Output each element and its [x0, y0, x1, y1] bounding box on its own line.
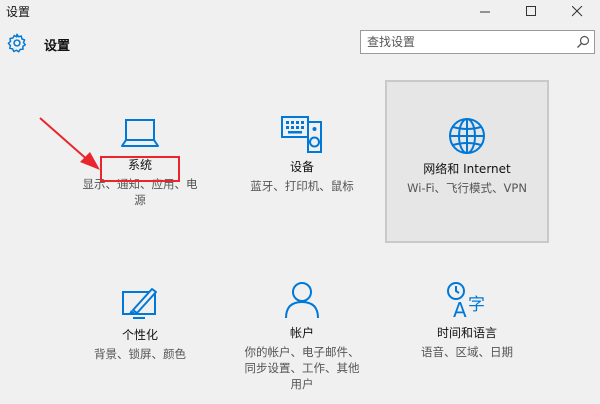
close-button[interactable] [554, 0, 600, 22]
tile-network[interactable]: 网络和 Internet Wi-Fi、飞行模式、VPN [385, 80, 549, 243]
tile-devices-desc-line: 蓝牙、打印机、鼠标 [250, 179, 354, 193]
tile-personalization-title: 个性化 [121, 328, 158, 342]
maximize-button[interactable] [508, 0, 554, 22]
paint-brush-icon [122, 288, 157, 319]
tile-system-desc-line: 源 [134, 193, 146, 207]
gear-icon [7, 33, 26, 53]
tile-network-title: 网络和 Internet [423, 162, 511, 176]
minimize-button[interactable] [462, 0, 508, 22]
tile-personalization[interactable]: 个性化 背景、锁屏、颜色 [58, 284, 222, 362]
svg-text:A: A [453, 298, 467, 320]
tile-devices[interactable]: 设备 蓝牙、打印机、鼠标 [220, 114, 384, 194]
tile-devices-desc: 蓝牙、打印机、鼠标 [220, 178, 384, 194]
tile-accounts-desc-line: 你的帐户、电子邮件、 [244, 345, 360, 359]
minimize-icon [479, 11, 490, 12]
tile-accounts-title: 帐户 [289, 326, 314, 340]
annotation-highlight-box [100, 156, 180, 182]
tile-accounts-desc: 你的帐户、电子邮件、 同步设置、工作、其他 用户 [220, 344, 384, 392]
close-icon [571, 5, 582, 16]
person-icon [285, 282, 319, 319]
tile-time-language[interactable]: A 字 时间和语言 语音、区域、日期 [385, 280, 549, 360]
tile-devices-title: 设备 [289, 160, 314, 174]
tile-time-language-desc-line: 语音、区域、日期 [421, 345, 513, 359]
title-bar: 设置 [0, 0, 600, 22]
tile-time-language-desc: 语音、区域、日期 [385, 344, 549, 360]
tile-accounts-desc-line: 同步设置、工作、其他 [244, 361, 360, 375]
globe-icon [449, 118, 485, 154]
tile-accounts-desc-line: 用户 [290, 377, 314, 391]
window-title: 设置 [6, 5, 31, 19]
laptop-icon [121, 119, 159, 147]
page-title: 设置 [44, 39, 71, 54]
time-language-icon: A 字 [447, 282, 485, 320]
window-controls [462, 0, 600, 22]
tile-network-desc-line: Wi-Fi、飞行模式、VPN [407, 181, 527, 195]
tile-accounts[interactable]: 帐户 你的帐户、电子邮件、 同步设置、工作、其他 用户 [220, 279, 384, 392]
search-input[interactable] [367, 31, 567, 53]
svg-text:字: 字 [468, 295, 485, 315]
tile-personalization-desc-line: 背景、锁屏、颜色 [94, 347, 186, 361]
keyboard-speaker-icon [281, 116, 322, 153]
tile-network-desc: Wi-Fi、飞行模式、VPN [387, 180, 547, 196]
tile-time-language-title: 时间和语言 [436, 326, 497, 340]
search-box[interactable] [360, 30, 595, 54]
search-icon[interactable] [576, 35, 590, 49]
maximize-icon [525, 5, 536, 16]
tile-personalization-desc: 背景、锁屏、颜色 [58, 346, 222, 362]
